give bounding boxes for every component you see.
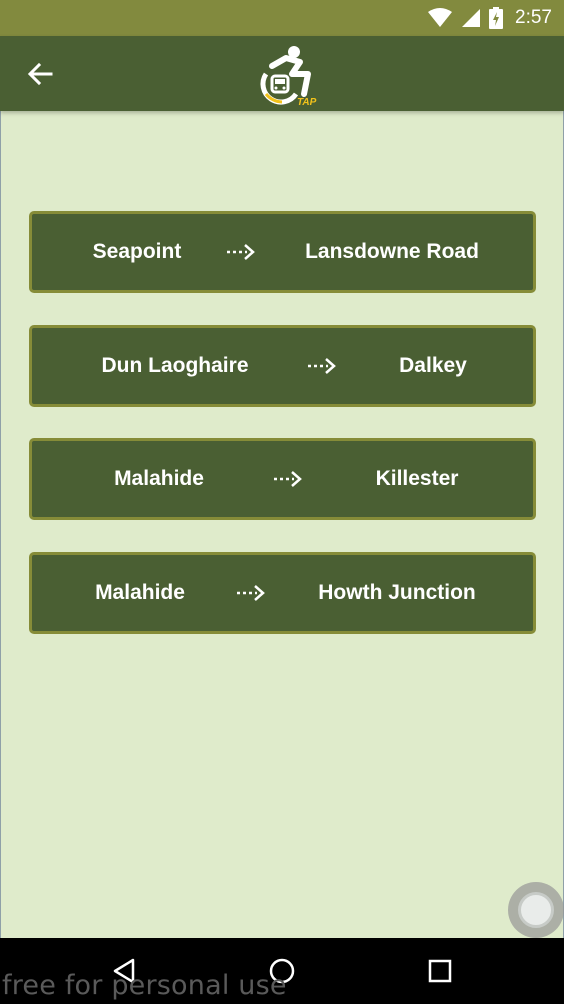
navigation-bar	[0, 938, 564, 1004]
signal-icon	[462, 9, 481, 27]
dotted-arrow-icon	[227, 244, 255, 260]
battery-charging-icon	[489, 7, 504, 29]
route-card[interactable]: Dun Laoghaire Dalkey	[29, 325, 536, 407]
nav-home-icon	[269, 958, 295, 984]
nav-back-icon	[113, 958, 135, 984]
logo-text: TAP	[297, 97, 317, 106]
left-frame-edge	[0, 0, 1, 1004]
route-destination: Howth Junction	[318, 581, 476, 604]
route-origin: Malahide	[114, 467, 204, 490]
route-card[interactable]: Malahide Killester	[29, 438, 536, 520]
route-destination: Lansdowne Road	[305, 240, 479, 263]
status-time: 2:57	[515, 7, 552, 28]
dotted-arrow-icon	[274, 471, 302, 487]
status-icons: 2:57	[427, 6, 552, 30]
arrow-left-icon	[27, 62, 53, 86]
route-origin: Malahide	[95, 581, 185, 604]
nav-recents-icon	[428, 959, 452, 983]
app-logo: TAP	[260, 46, 317, 106]
floating-assistive-button[interactable]	[508, 882, 564, 938]
nav-back-button[interactable]	[107, 954, 141, 988]
route-destination: Dalkey	[399, 354, 467, 377]
wifi-icon	[428, 8, 453, 27]
status-bar: 2:57	[0, 0, 564, 36]
nav-recents-button[interactable]	[423, 954, 457, 988]
nav-home-button[interactable]	[265, 954, 299, 988]
app-bar: TAP	[0, 36, 564, 111]
accessible-train-icon	[260, 46, 311, 105]
route-destination: Killester	[375, 467, 459, 490]
route-card[interactable]: Seapoint Lansdowne Road	[29, 211, 536, 293]
assistive-touch-icon	[518, 892, 554, 928]
route-origin: Dun Laoghaire	[101, 354, 249, 377]
route-card[interactable]: Malahide Howth Junction	[29, 552, 536, 634]
route-origin: Seapoint	[92, 240, 182, 263]
dotted-arrow-icon	[237, 585, 265, 601]
back-button[interactable]	[20, 56, 60, 92]
dotted-arrow-icon	[308, 358, 336, 374]
